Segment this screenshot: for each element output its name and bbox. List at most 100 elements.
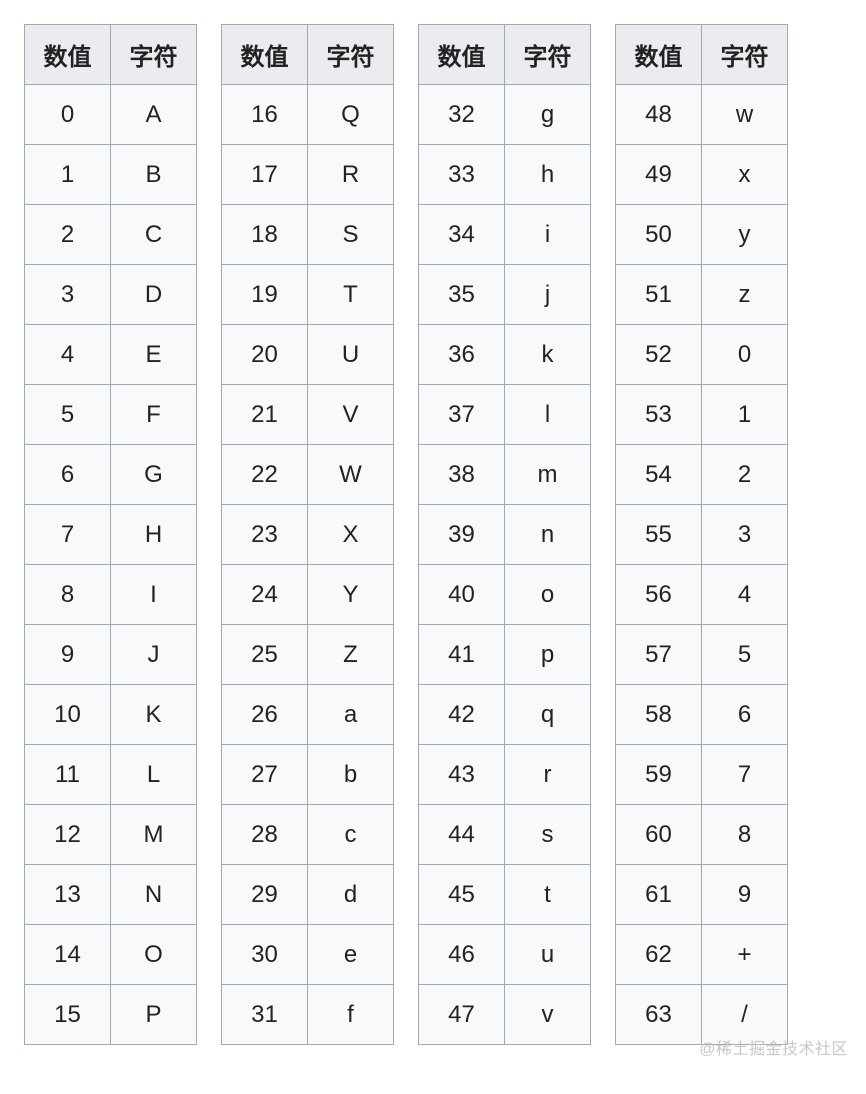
value-cell: 20 [222, 325, 308, 385]
table-row: 11L [25, 745, 197, 805]
value-cell: 63 [616, 985, 702, 1045]
char-cell: A [111, 85, 197, 145]
table-row: 36k [419, 325, 591, 385]
table-row: 43r [419, 745, 591, 805]
table-row: 18S [222, 205, 394, 265]
value-cell: 52 [616, 325, 702, 385]
table-row: 63/ [616, 985, 788, 1045]
value-cell: 45 [419, 865, 505, 925]
table-row: 44s [419, 805, 591, 865]
char-cell: w [702, 85, 788, 145]
value-cell: 43 [419, 745, 505, 805]
char-cell: b [308, 745, 394, 805]
value-cell: 7 [25, 505, 111, 565]
char-cell: N [111, 865, 197, 925]
value-cell: 18 [222, 205, 308, 265]
value-cell: 47 [419, 985, 505, 1045]
col-header-char: 字符 [505, 25, 591, 85]
table-row: 30e [222, 925, 394, 985]
col-header-char: 字符 [111, 25, 197, 85]
table-row: 575 [616, 625, 788, 685]
char-cell: Y [308, 565, 394, 625]
char-cell: x [702, 145, 788, 205]
value-cell: 51 [616, 265, 702, 325]
value-cell: 21 [222, 385, 308, 445]
table-row: 34i [419, 205, 591, 265]
table-row: 39n [419, 505, 591, 565]
value-cell: 50 [616, 205, 702, 265]
base64-encoding-table: 数值 字符 0A 1B 2C 3D 4E 5F 6G 7H 8I 9J 10K … [24, 24, 842, 1045]
value-cell: 14 [25, 925, 111, 985]
value-cell: 13 [25, 865, 111, 925]
value-cell: 32 [419, 85, 505, 145]
value-cell: 31 [222, 985, 308, 1045]
encoding-column-3: 数值 字符 48w 49x 50y 51z 520 531 542 553 56… [615, 24, 788, 1045]
table-row: 8I [25, 565, 197, 625]
char-cell: Z [308, 625, 394, 685]
value-cell: 55 [616, 505, 702, 565]
char-cell: j [505, 265, 591, 325]
table-row: 531 [616, 385, 788, 445]
char-cell: c [308, 805, 394, 865]
table-row: 542 [616, 445, 788, 505]
col-header-value: 数值 [25, 25, 111, 85]
table-row: 25Z [222, 625, 394, 685]
value-cell: 61 [616, 865, 702, 925]
table-row: 33h [419, 145, 591, 205]
table-row: 553 [616, 505, 788, 565]
table-row: 619 [616, 865, 788, 925]
char-cell: S [308, 205, 394, 265]
table-row: 4E [25, 325, 197, 385]
char-cell: g [505, 85, 591, 145]
value-cell: 11 [25, 745, 111, 805]
value-cell: 12 [25, 805, 111, 865]
value-cell: 41 [419, 625, 505, 685]
table-row: 46u [419, 925, 591, 985]
value-cell: 58 [616, 685, 702, 745]
char-cell: n [505, 505, 591, 565]
table-row: 29d [222, 865, 394, 925]
value-cell: 24 [222, 565, 308, 625]
char-cell: R [308, 145, 394, 205]
char-cell: I [111, 565, 197, 625]
value-cell: 16 [222, 85, 308, 145]
char-cell: + [702, 925, 788, 985]
table-row: 14O [25, 925, 197, 985]
value-cell: 56 [616, 565, 702, 625]
table-row: 24Y [222, 565, 394, 625]
table-row: 5F [25, 385, 197, 445]
value-cell: 38 [419, 445, 505, 505]
value-cell: 28 [222, 805, 308, 865]
value-cell: 15 [25, 985, 111, 1045]
table-row: 27b [222, 745, 394, 805]
char-cell: k [505, 325, 591, 385]
char-cell: a [308, 685, 394, 745]
char-cell: E [111, 325, 197, 385]
value-cell: 4 [25, 325, 111, 385]
encoding-column-1: 数值 字符 16Q 17R 18S 19T 20U 21V 22W 23X 24… [221, 24, 394, 1045]
char-cell: q [505, 685, 591, 745]
char-cell: t [505, 865, 591, 925]
table-row: 1B [25, 145, 197, 205]
table-row: 0A [25, 85, 197, 145]
char-cell: r [505, 745, 591, 805]
char-cell: M [111, 805, 197, 865]
table-row: 49x [616, 145, 788, 205]
char-cell: d [308, 865, 394, 925]
value-cell: 27 [222, 745, 308, 805]
char-cell: 1 [702, 385, 788, 445]
value-cell: 34 [419, 205, 505, 265]
char-cell: C [111, 205, 197, 265]
value-cell: 44 [419, 805, 505, 865]
table-row: 50y [616, 205, 788, 265]
char-cell: G [111, 445, 197, 505]
char-cell: o [505, 565, 591, 625]
char-cell: v [505, 985, 591, 1045]
char-cell: P [111, 985, 197, 1045]
char-cell: T [308, 265, 394, 325]
value-cell: 49 [616, 145, 702, 205]
table-row: 38m [419, 445, 591, 505]
char-cell: W [308, 445, 394, 505]
value-cell: 22 [222, 445, 308, 505]
value-cell: 53 [616, 385, 702, 445]
